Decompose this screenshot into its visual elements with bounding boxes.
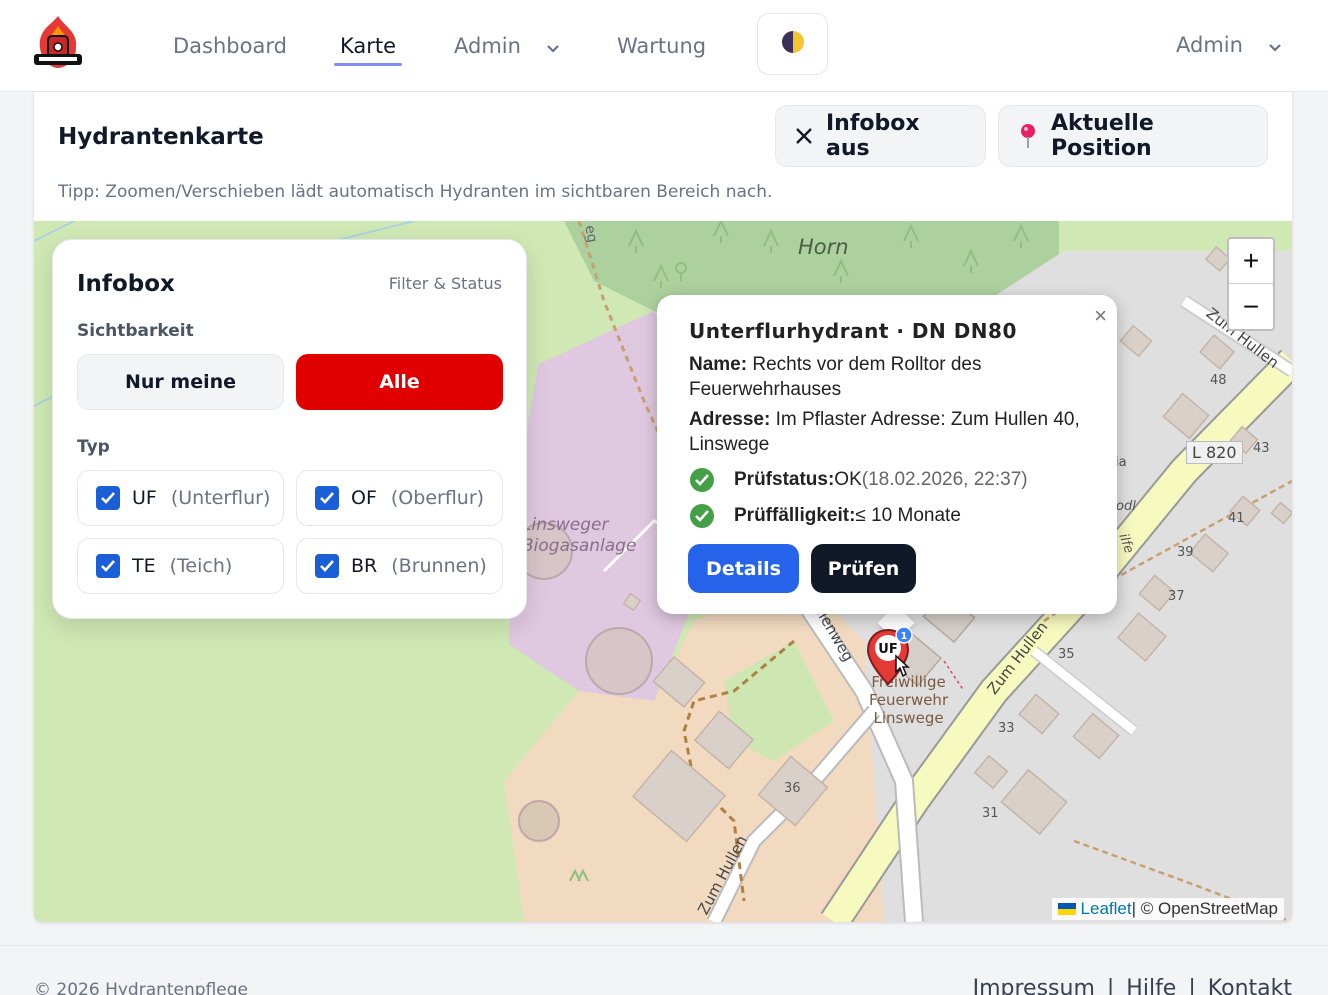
nav-admin-dropdown[interactable]: Admin <box>454 34 560 59</box>
user-menu-dropdown[interactable]: Admin <box>1176 33 1282 58</box>
copyright-text: © 2026 Hydrantenpflege <box>34 980 248 995</box>
type-desc: (Brunnen) <box>391 555 487 577</box>
map-label-horn: Horn <box>798 235 849 259</box>
footer-link-impressum[interactable]: Impressum <box>973 976 1095 995</box>
chevron-down-icon <box>546 35 560 59</box>
popup-status: Prüfstatus: OK (18.02.2026, 22:37) <box>689 467 1028 493</box>
map-label-house-33: 33 <box>998 721 1015 736</box>
all-button[interactable]: Alle <box>296 354 503 410</box>
user-menu-label: Admin <box>1176 33 1243 57</box>
infobox-toggle-button[interactable]: Infobox aus <box>775 105 986 167</box>
footer-link-hilfe[interactable]: Hilfe <box>1126 976 1176 995</box>
checkmark-icon <box>96 554 120 578</box>
map-label-house-48: 48 <box>1210 373 1227 388</box>
map-label-house-39: 39 <box>1177 545 1194 560</box>
map-label-house-36: 36 <box>784 781 801 796</box>
type-checkbox-of[interactable]: OF (Oberflur) <box>296 470 503 526</box>
close-icon <box>794 126 814 146</box>
current-position-button[interactable]: Aktuelle Position <box>998 105 1268 167</box>
check-circle-icon <box>689 467 715 493</box>
popup-address-label: Adresse: <box>689 409 771 430</box>
checkmark-icon <box>96 486 120 510</box>
popup-due: Prüffälligkeit: ≤ 10 Monate <box>689 503 961 529</box>
type-code: TE <box>132 555 156 577</box>
map-label-fragment-odl: odl <box>1116 499 1136 514</box>
type-code: OF <box>351 487 377 509</box>
current-position-label: Aktuelle Position <box>1051 111 1154 161</box>
pushpin-icon <box>1017 123 1039 149</box>
checkmark-icon <box>315 486 339 510</box>
map-label-biogas: Linsweger Biogasanlage <box>522 515 637 556</box>
map-label-weg: eg <box>581 223 601 245</box>
footer: © 2026 Hydrantenpflege Impressum | Hilfe… <box>0 945 1328 995</box>
popup-due-value: ≤ 10 Monate <box>855 505 961 526</box>
map-attribution: Leaflet | © OpenStreetMap <box>1051 898 1284 920</box>
infobox-title: Infobox <box>77 271 175 297</box>
map-tip-text: Tipp: Zoomen/Verschieben lädt automatisc… <box>58 182 773 202</box>
popup-close-button[interactable]: × <box>1094 303 1107 329</box>
popup-title: Unterflurhydrant · DN DN80 <box>689 319 1017 343</box>
footer-links: Impressum | Hilfe | Kontakt <box>973 976 1292 995</box>
nav-dashboard[interactable]: Dashboard <box>173 34 287 58</box>
half-moon-icon <box>781 30 805 59</box>
nav-admin-label: Admin <box>454 34 521 58</box>
map-card: Hydrantenkarte Infobox aus Aktuelle Posi… <box>34 92 1292 922</box>
footer-link-kontakt[interactable]: Kontakt <box>1208 976 1292 995</box>
zoom-control: + − <box>1227 237 1275 331</box>
type-desc: (Teich) <box>169 555 233 577</box>
map-label-house-31: 31 <box>982 806 999 821</box>
check-button[interactable]: Prüfen <box>811 544 916 593</box>
hydrant-marker[interactable]: UF 1 <box>866 626 916 690</box>
popup-due-label: Prüffälligkeit: <box>734 505 856 526</box>
ukraine-flag-icon <box>1057 903 1076 915</box>
map-label-house-37: 37 <box>1168 589 1185 604</box>
infobox-panel: Infobox Filter & Status Sichtbarkeit Nur… <box>52 239 527 619</box>
infobox-toggle-label: Infobox aus <box>826 111 920 161</box>
zoom-out-button[interactable]: − <box>1229 284 1273 329</box>
popup-status-date: (18.02.2026, 22:37) <box>861 469 1028 490</box>
map-label-house-43: 43 <box>1253 441 1270 456</box>
leaflet-link[interactable]: Leaflet <box>1081 899 1132 919</box>
type-checkbox-uf[interactable]: UF (Unterflur) <box>77 470 284 526</box>
theme-toggle-button[interactable] <box>757 13 828 75</box>
top-navbar: Dashboard Karte Admin Wartung Admin <box>0 0 1328 92</box>
map-label-house-35: 35 <box>1058 647 1075 662</box>
map-label-house-41: 41 <box>1228 511 1245 526</box>
type-code: UF <box>132 487 157 509</box>
marker-badge: 1 <box>901 631 908 642</box>
only-mine-button[interactable]: Nur meine <box>77 354 284 410</box>
nav-wartung[interactable]: Wartung <box>617 34 706 58</box>
check-circle-icon <box>689 503 715 529</box>
type-checkbox-br[interactable]: BR (Brunnen) <box>296 538 503 594</box>
page-title: Hydrantenkarte <box>58 124 264 150</box>
popup-status-value: OK <box>834 469 862 490</box>
type-checkbox-te[interactable]: TE (Teich) <box>77 538 284 594</box>
type-code: BR <box>351 555 378 577</box>
leaflet-map[interactable]: Horn L 820 Linsweger Biogasanlage Freiwi… <box>34 221 1292 922</box>
type-label: Typ <box>77 437 110 457</box>
popup-status-label: Prüfstatus: <box>734 469 835 490</box>
infobox-subtitle: Filter & Status <box>388 274 502 293</box>
osm-attribution: | © OpenStreetMap <box>1131 899 1278 918</box>
nav-karte[interactable]: Karte <box>333 34 403 66</box>
footer-separator: | <box>1188 976 1196 995</box>
popup-address: Adresse: Im Pflaster Adresse: Zum Hullen… <box>689 407 1089 457</box>
details-button[interactable]: Details <box>688 544 799 593</box>
visibility-label: Sichtbarkeit <box>77 321 194 341</box>
type-desc: (Unterflur) <box>170 487 271 509</box>
checkmark-icon <box>315 554 339 578</box>
type-desc: (Oberflur) <box>390 487 485 509</box>
hydrant-popup: × Unterflurhydrant · DN DN80 Name: Recht… <box>657 295 1117 614</box>
zoom-in-button[interactable]: + <box>1229 239 1273 284</box>
popup-name-label: Name: <box>689 354 748 375</box>
map-label-l820: L 820 <box>1186 441 1243 464</box>
marker-label: UF <box>878 642 897 657</box>
footer-separator: | <box>1106 976 1115 995</box>
popup-name: Name: Rechts vor dem Rolltor des Feuerwe… <box>689 352 1089 402</box>
hydrantenpflege-logo[interactable] <box>30 14 86 72</box>
chevron-down-icon <box>1268 34 1282 58</box>
